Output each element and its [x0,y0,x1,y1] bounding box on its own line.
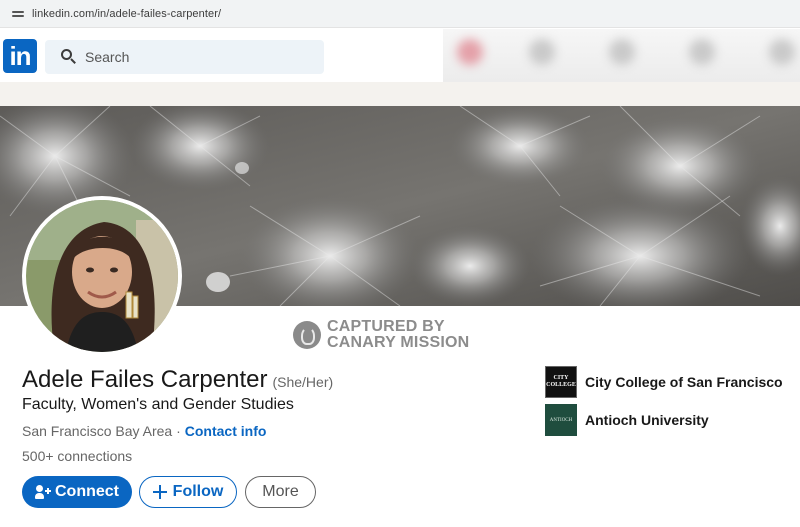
linkedin-logo[interactable]: in [3,39,37,73]
profile-name-row: Adele Failes Carpenter (She/Her) [22,366,333,394]
browser-url-bar[interactable]: linkedin.com/in/adele-failes-carpenter/ [0,0,800,28]
avatar [26,200,178,352]
profile-location-row: San Francisco Bay Area · Contact info [22,423,266,439]
profile-pronouns: (She/Her) [272,374,334,390]
blurred-nav-icons [443,29,800,82]
contact-info-link[interactable]: Contact info [185,423,267,439]
plus-icon [152,485,167,499]
connect-label: Connect [55,483,119,500]
ccsf-logo-line-1: CITY [553,375,569,381]
watermark-line-1: CAPTURED BY [327,318,445,335]
search-icon [61,49,77,65]
canary-logo-icon [293,321,321,349]
canary-mission-watermark: CAPTURED BY CANARY MISSION [293,319,469,351]
more-label: More [262,483,299,500]
profile-photo[interactable] [22,196,182,356]
ccsf-logo-line-2: COLLEGE [546,382,576,388]
person-add-icon [35,484,51,500]
education-name: City College of San Francisco [585,374,783,390]
watermark-line-2: CANARY MISSION [327,334,470,351]
antioch-logo-text: ANTIOCH [549,417,573,423]
profile-location: San Francisco Bay Area · [22,423,181,439]
url-text[interactable]: linkedin.com/in/adele-failes-carpenter/ [32,8,221,20]
education-item-ccsf[interactable]: CITY COLLEGE City College of San Francis… [545,366,783,398]
search-input[interactable]: Search [45,40,324,74]
more-button[interactable]: More [245,476,316,508]
connections-count[interactable]: 500+ connections [22,448,132,464]
linkedin-header: in Search [0,29,800,82]
ccsf-logo-icon: CITY COLLEGE [545,366,577,398]
education-item-antioch[interactable]: ANTIOCH Antioch University [545,404,709,436]
education-name: Antioch University [585,412,709,428]
antioch-logo-icon: ANTIOCH [545,404,577,436]
follow-button[interactable]: Follow [139,476,237,508]
page-background [0,82,800,106]
profile-headline: Faculty, Women's and Gender Studies [22,396,294,413]
search-placeholder: Search [85,49,130,65]
site-settings-icon[interactable] [12,9,24,19]
profile-name: Adele Failes Carpenter [22,366,268,393]
follow-label: Follow [172,483,224,500]
connect-button[interactable]: Connect [22,476,132,508]
